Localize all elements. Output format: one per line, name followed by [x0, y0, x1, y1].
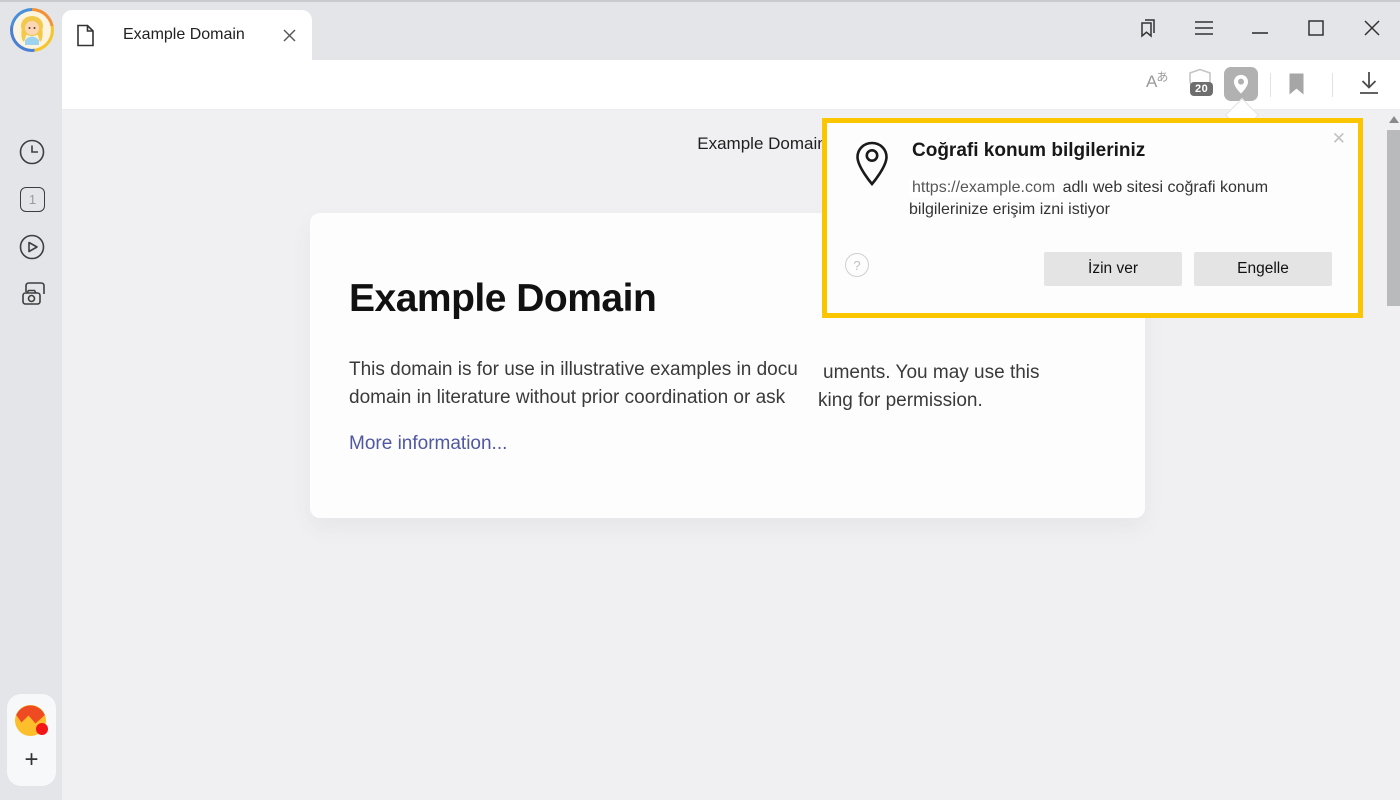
add-panel-icon[interactable]: +	[7, 746, 56, 774]
content-paragraph-line2: domain in literature without prior coord…	[349, 387, 785, 409]
window-top-border	[0, 0, 1400, 2]
tab-count-value: 1	[29, 192, 36, 207]
browser-window: Example Domain + 1	[0, 0, 1400, 800]
geolocation-permission-popup: Coğrafi konum bilgileriniz https://examp…	[822, 118, 1363, 318]
tab-close-icon[interactable]	[280, 26, 298, 44]
toolbar-divider	[1332, 73, 1333, 97]
scrollbar	[1387, 111, 1400, 800]
popup-message: https://example.com adlı web sitesi coğr…	[909, 177, 1281, 221]
toolbar-divider	[1270, 73, 1271, 97]
geolocation-permission-icon[interactable]	[1224, 67, 1258, 101]
sidebar-dock: +	[7, 694, 56, 786]
app-logo-icon[interactable]	[13, 702, 50, 739]
tab-counter-icon[interactable]: 1	[20, 187, 45, 212]
download-icon[interactable]	[1358, 71, 1380, 97]
location-pin-icon	[855, 141, 889, 187]
close-button[interactable]	[1344, 12, 1400, 44]
scrollbar-thumb[interactable]	[1387, 130, 1400, 306]
page-document-icon	[76, 24, 95, 47]
menu-icon[interactable]	[1176, 12, 1232, 44]
allow-button[interactable]: İzin ver	[1044, 252, 1182, 286]
content-paragraph-line2-cont: king for permission.	[818, 390, 983, 412]
protect-shield-icon[interactable]: 20	[1188, 68, 1220, 100]
sidebar: 1 +	[0, 60, 62, 800]
content-heading: Example Domain	[349, 277, 656, 321]
popup-title: Coğrafi konum bilgileriniz	[912, 140, 1145, 162]
history-icon[interactable]	[19, 139, 45, 165]
side-panel-icon[interactable]	[1120, 12, 1176, 44]
browser-tab[interactable]: Example Domain	[62, 10, 312, 60]
video-play-icon[interactable]	[19, 234, 45, 260]
stitch-offset-region: uments. You may use this king for permis…	[818, 315, 1145, 518]
screenshot-icon[interactable]	[19, 280, 45, 306]
popup-origin-url: https://example.com	[909, 178, 1058, 197]
more-information-link[interactable]: More information...	[349, 433, 507, 455]
maximize-button[interactable]	[1288, 12, 1344, 44]
content-paragraph-line1: This domain is for use in illustrative e…	[349, 359, 798, 381]
tab-title: Example Domain	[123, 26, 280, 44]
avatar-image	[13, 11, 51, 49]
popup-close-icon[interactable]: ✕	[1332, 129, 1346, 149]
bookmark-flag-icon[interactable]	[1288, 72, 1305, 96]
profile-avatar[interactable]	[10, 8, 54, 52]
content-paragraph-line1-cont: uments. You may use this	[823, 362, 1040, 384]
help-icon[interactable]: ?	[845, 253, 869, 277]
minimize-button[interactable]	[1232, 12, 1288, 44]
translate-kana: あ	[1156, 70, 1168, 84]
translate-icon[interactable]: Aあ	[1146, 72, 1176, 92]
plus-icon: +	[24, 746, 38, 773]
blocked-count-badge: 20	[1190, 82, 1213, 96]
scrollbar-up-arrow[interactable]	[1389, 116, 1399, 123]
window-controls	[1120, 10, 1400, 46]
block-button[interactable]: Engelle	[1194, 252, 1332, 286]
